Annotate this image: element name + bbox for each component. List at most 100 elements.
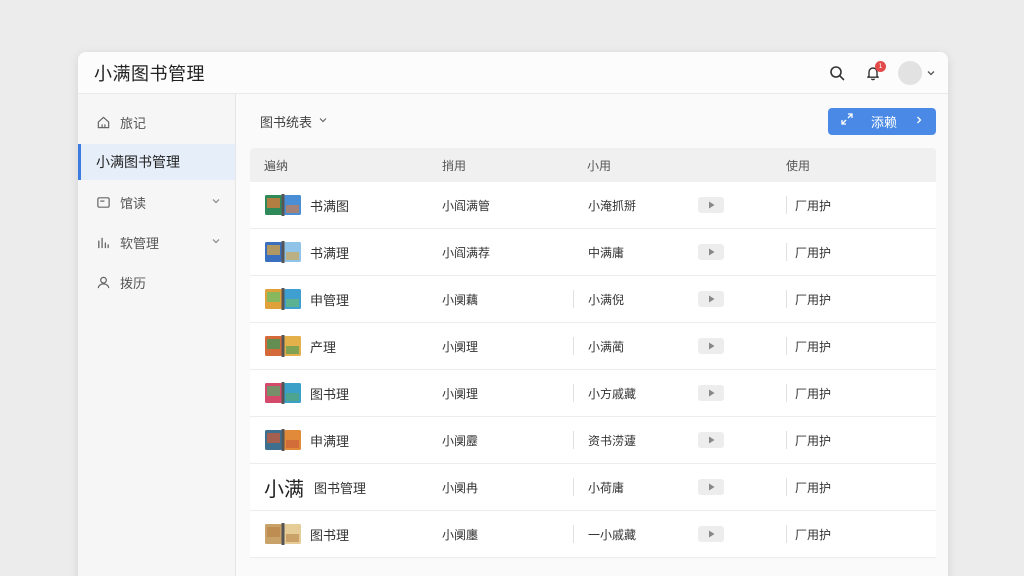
play-button[interactable] bbox=[698, 526, 724, 542]
cell-text: 厂用护 bbox=[795, 245, 832, 260]
cell-text: 厂用护 bbox=[795, 339, 832, 354]
column-header[interactable]: 捎用 bbox=[428, 157, 573, 174]
table-row[interactable]: 小满 图书管理 小阒冉 小荷庸 厂用护 bbox=[250, 464, 936, 511]
table-row[interactable]: 书满理 小阎满荐 中满庸 厂用护 bbox=[250, 229, 936, 276]
play-button[interactable] bbox=[698, 244, 724, 260]
chevron-down-icon[interactable] bbox=[926, 63, 936, 82]
brand-logo: 小满 bbox=[264, 476, 304, 501]
sidebar: 旅记 小满图书管理 馆读 软管理 拨历 bbox=[78, 94, 236, 576]
chevron-down-icon[interactable] bbox=[211, 235, 221, 250]
play-button[interactable] bbox=[698, 385, 724, 401]
sidebar-item-label: 拨历 bbox=[120, 276, 147, 292]
play-button[interactable] bbox=[698, 338, 724, 354]
book-name: 图书管理 bbox=[314, 481, 367, 497]
cell-text: 小阒理 bbox=[442, 386, 479, 401]
table-body: 书满图 小阎满管 小淹抓掰 厂用护 书满理 小阎满荐 中满庸 厂用护 申管理 小… bbox=[250, 182, 936, 558]
play-button[interactable] bbox=[698, 291, 724, 307]
avatar[interactable] bbox=[898, 60, 922, 85]
app-window: 小满图书管理 1 旅记 小满图书管理 馆读 软管理 拨历 图书统表 添赖 遍纳 … bbox=[78, 52, 948, 576]
home-icon bbox=[96, 114, 112, 130]
play-icon bbox=[708, 292, 715, 306]
book-name: 图书理 bbox=[310, 528, 350, 544]
cell-text: 小阒冉 bbox=[442, 480, 479, 495]
play-button[interactable] bbox=[698, 479, 724, 495]
divider bbox=[786, 290, 787, 308]
cell-text: 小阎满管 bbox=[442, 198, 491, 213]
play-icon bbox=[708, 339, 715, 353]
book-icon bbox=[264, 428, 302, 452]
notification-badge: 1 bbox=[875, 60, 886, 72]
sidebar-item-label: 软管理 bbox=[120, 236, 160, 252]
table-header: 遍纳 捎用 小用 使用 bbox=[250, 148, 936, 182]
sidebar-item-label: 旅记 bbox=[120, 116, 147, 132]
add-button-label: 添赖 bbox=[870, 115, 897, 131]
toolbar: 图书统表 添赖 bbox=[250, 94, 936, 148]
expand-icon bbox=[840, 112, 854, 130]
list-type-dropdown[interactable]: 图书统表 bbox=[250, 112, 328, 131]
chevron-down-icon[interactable] bbox=[211, 195, 221, 210]
book-name: 图书理 bbox=[310, 387, 350, 403]
divider bbox=[573, 337, 574, 355]
book-icon bbox=[264, 334, 302, 358]
sidebar-item-history[interactable]: 拨历 bbox=[78, 264, 235, 300]
table-row[interactable]: 申满理 小阒靂 资书涝蘧 厂用护 bbox=[250, 417, 936, 464]
column-header[interactable]: 使用 bbox=[766, 157, 936, 174]
table-row[interactable]: 图书理 小阒理 小方戚藏 厂用护 bbox=[250, 370, 936, 417]
cell-text: 厂用护 bbox=[795, 480, 832, 495]
play-button[interactable] bbox=[698, 197, 724, 213]
play-icon bbox=[708, 433, 715, 447]
divider bbox=[573, 478, 574, 496]
play-button[interactable] bbox=[698, 432, 724, 448]
divider bbox=[573, 431, 574, 449]
column-header[interactable]: 小用 bbox=[573, 157, 766, 174]
sidebar-item-label: 馆读 bbox=[120, 196, 147, 212]
user-menu[interactable] bbox=[898, 60, 936, 85]
divider bbox=[786, 196, 787, 214]
sidebar-item-library-management[interactable]: 小满图书管理 bbox=[78, 144, 235, 180]
cell-text: 小满蔺 bbox=[588, 339, 625, 354]
divider bbox=[786, 384, 787, 402]
table-row[interactable]: 书满图 小阎满管 小淹抓掰 厂用护 bbox=[250, 182, 936, 229]
book-icon bbox=[264, 522, 302, 546]
app-title: 小满图书管理 bbox=[94, 63, 205, 85]
chevron-down-icon bbox=[318, 114, 328, 129]
play-icon bbox=[708, 480, 715, 494]
play-icon bbox=[708, 245, 715, 259]
book-icon bbox=[264, 240, 302, 264]
column-header[interactable]: 遍纳 bbox=[250, 157, 428, 174]
table-row[interactable]: 产理 小阒理 小满蔺 厂用护 bbox=[250, 323, 936, 370]
cell-text: 小荷庸 bbox=[588, 480, 625, 495]
user-icon bbox=[96, 274, 112, 290]
cell-text: 小淹抓掰 bbox=[588, 198, 637, 213]
sidebar-item-home[interactable]: 旅记 bbox=[78, 104, 235, 140]
cell-text: 厂用护 bbox=[795, 292, 832, 307]
book-name: 产理 bbox=[310, 340, 337, 356]
play-icon bbox=[708, 386, 715, 400]
play-icon bbox=[708, 527, 715, 541]
book-icon bbox=[264, 287, 302, 311]
divider bbox=[573, 290, 574, 308]
cell-text: 小阒理 bbox=[442, 339, 479, 354]
search-icon[interactable] bbox=[826, 62, 848, 84]
play-icon bbox=[708, 198, 715, 212]
table-row[interactable]: 图书理 小阒廛 一小戚藏 厂用护 bbox=[250, 511, 936, 558]
sidebar-item-reading[interactable]: 馆读 bbox=[78, 184, 235, 220]
divider bbox=[573, 525, 574, 543]
sidebar-item-software[interactable]: 软管理 bbox=[78, 224, 235, 260]
divider bbox=[786, 337, 787, 355]
divider bbox=[786, 243, 787, 261]
divider bbox=[786, 431, 787, 449]
cell-text: 小阒靂 bbox=[442, 433, 479, 448]
bell-icon[interactable]: 1 bbox=[862, 60, 886, 84]
add-button[interactable]: 添赖 bbox=[828, 107, 936, 135]
cell-text: 小阒藕 bbox=[442, 292, 479, 307]
divider bbox=[786, 478, 787, 496]
sidebar-item-label: 小满图书管理 bbox=[96, 155, 180, 171]
table-row[interactable]: 申管理 小阒藕 小满倪 厂用护 bbox=[250, 276, 936, 323]
cell-text: 厂用护 bbox=[795, 433, 832, 448]
cell-text: 小阎满荐 bbox=[442, 245, 491, 260]
book-name: 书满理 bbox=[310, 246, 350, 262]
cell-text: 厂用护 bbox=[795, 527, 832, 542]
book-name: 书满图 bbox=[310, 199, 350, 215]
cell-text: 厂用护 bbox=[795, 386, 832, 401]
